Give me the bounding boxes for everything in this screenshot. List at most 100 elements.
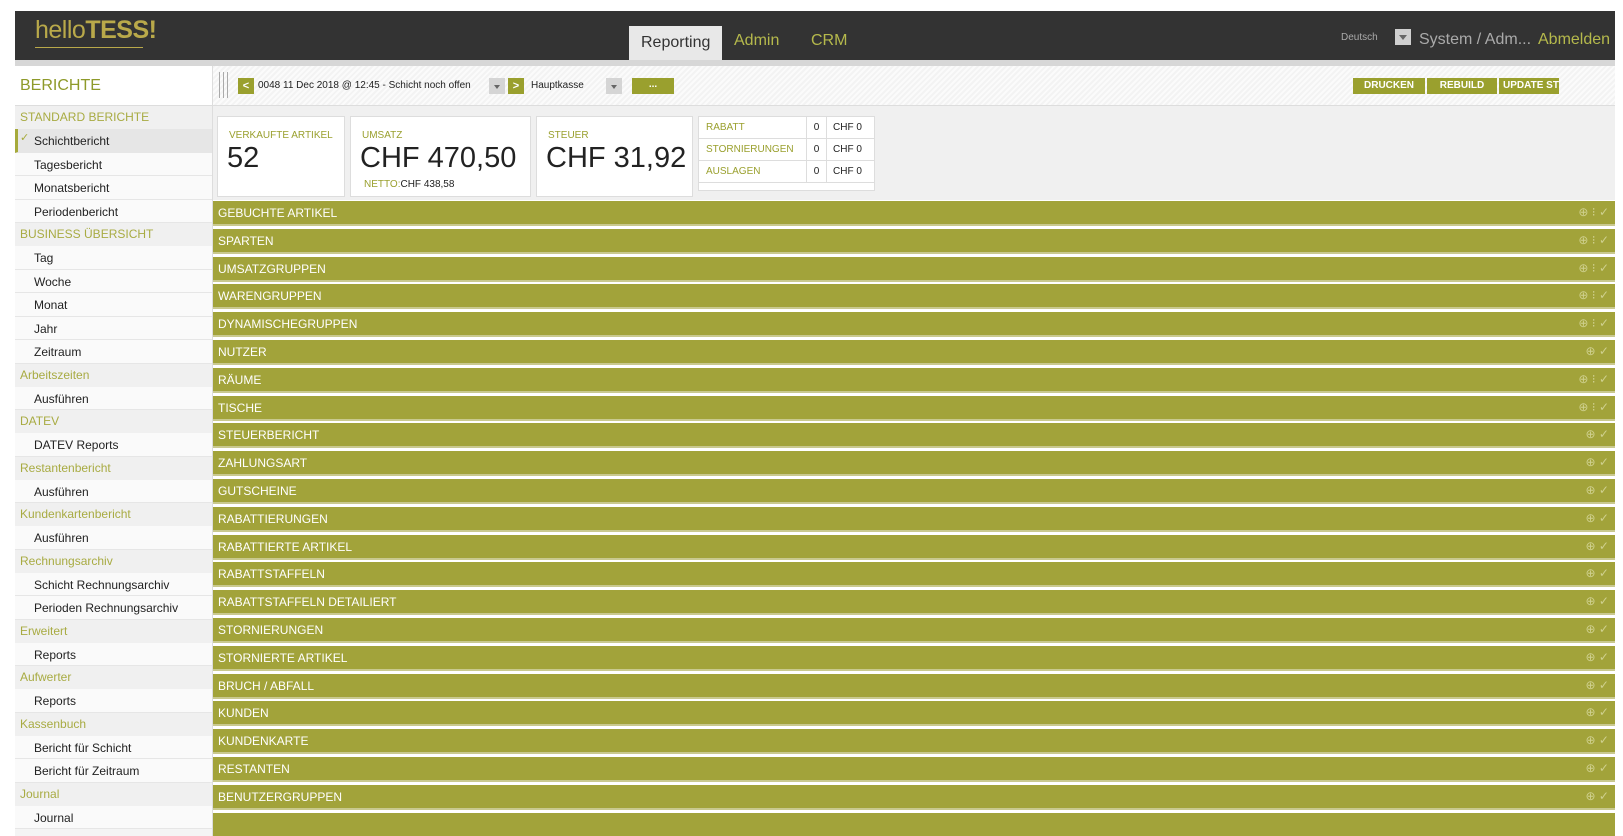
report-section-title: RABATTSTAFFELN [218, 567, 325, 582]
report-section-header[interactable]: WARENGRUPPEN ⊕ ⁝ ✓ [213, 284, 1615, 310]
report-section-header[interactable]: KUNDEN ⊕ ✓ [213, 701, 1615, 727]
more-button[interactable]: ... [632, 78, 674, 94]
section-actions-icon[interactable]: ⊕ ✓ [1586, 594, 1609, 608]
rebuild-button[interactable]: REBUILD [1427, 78, 1497, 94]
netto-label: NETTO: [364, 179, 401, 190]
section-actions-icon[interactable]: ⊕ ✓ [1586, 344, 1609, 358]
update-button[interactable]: UPDATE ST [1499, 78, 1559, 94]
section-actions-icon[interactable]: ⊕ ✓ [1586, 705, 1609, 719]
report-section-header[interactable]: STORNIERTE ARTIKEL ⊕ ✓ [213, 645, 1615, 671]
sidebar-item[interactable]: Tag [15, 246, 212, 270]
report-section-title: KUNDEN [218, 706, 269, 721]
sidebar-item[interactable]: Reports [15, 642, 212, 666]
report-section-header[interactable] [213, 812, 1615, 836]
prev-shift-button[interactable]: < [238, 78, 254, 94]
section-actions-icon[interactable]: ⊕ ✓ [1586, 427, 1609, 441]
print-button[interactable]: DRUCKEN [1353, 78, 1425, 94]
register-select[interactable]: Hauptkasse [531, 80, 584, 91]
section-actions-icon[interactable]: ⊕ ⁝ ✓ [1578, 233, 1609, 247]
cancellations-label: STORNIERUNGEN [706, 144, 794, 155]
sidebar-item[interactable]: DATEV Reports [15, 433, 212, 457]
logout-link[interactable]: Abmelden [1538, 31, 1610, 49]
report-section-header[interactable]: SPARTEN ⊕ ⁝ ✓ [213, 228, 1615, 254]
report-section-title: RESTANTEN [218, 761, 290, 776]
next-shift-button[interactable]: > [508, 78, 524, 94]
sidebar-item[interactable]: Ausführen [15, 526, 212, 550]
sidebar-item-label: Monatsbericht [34, 181, 110, 195]
report-section-header[interactable]: RÄUME ⊕ ⁝ ✓ [213, 367, 1615, 393]
section-actions-icon[interactable]: ⊕ ✓ [1586, 539, 1609, 553]
report-section-header[interactable]: RABATTIERUNGEN ⊕ ✓ [213, 506, 1615, 532]
sidebar-item[interactable]: Ausführen [15, 479, 212, 503]
section-actions-icon[interactable]: ⊕ ✓ [1586, 678, 1609, 692]
chevron-down-icon[interactable] [606, 78, 622, 94]
section-actions-icon[interactable]: ⊕ ✓ [1586, 483, 1609, 497]
section-actions-icon[interactable]: ⊕ ✓ [1586, 511, 1609, 525]
sidebar-item[interactable]: Tagesbericht [15, 152, 212, 176]
user-menu[interactable]: System / Adm... [1419, 31, 1531, 49]
nav-tab-crm[interactable]: CRM [799, 26, 859, 60]
sidebar-item[interactable]: Journal [15, 805, 212, 829]
report-section-header[interactable]: GEBUCHTE ARTIKEL ⊕ ⁝ ✓ [213, 201, 1615, 226]
nav-tab-admin[interactable]: Admin [722, 26, 791, 60]
section-actions-icon[interactable]: ⊕ ⁝ ✓ [1578, 288, 1609, 302]
sidebar-item[interactable]: Reports [15, 689, 212, 713]
language-label[interactable]: Deutsch [1341, 32, 1378, 43]
report-section-header[interactable]: RABATTSTAFFELN ⊕ ✓ [213, 562, 1615, 588]
report-section-header[interactable]: KUNDENKARTE ⊕ ✓ [213, 729, 1615, 755]
report-section-header[interactable]: STEUERBERICHT ⊕ ✓ [213, 423, 1615, 449]
drag-handle-icon[interactable] [219, 72, 228, 98]
report-section-header[interactable]: TISCHE ⊕ ⁝ ✓ [213, 395, 1615, 421]
section-actions-icon[interactable]: ⊕ ⁝ ✓ [1578, 316, 1609, 330]
section-actions-icon[interactable]: ⊕ ✓ [1586, 566, 1609, 580]
report-section-header[interactable]: RABATTSTAFFELN DETAILIERT ⊕ ✓ [213, 590, 1615, 616]
report-section-header[interactable]: UMSATZGRUPPEN ⊕ ⁝ ✓ [213, 256, 1615, 282]
report-section-header[interactable]: BENUTZERGRUPPEN ⊕ ✓ [213, 784, 1615, 810]
table-row: STORNIERUNGEN 0 CHF 0 [699, 139, 874, 161]
section-actions-icon[interactable]: ⊕ ✓ [1586, 455, 1609, 469]
section-actions-icon[interactable]: ⊕ ✓ [1586, 789, 1609, 803]
sidebar-item[interactable]: Perioden Rechnungsarchiv [15, 596, 212, 620]
report-section-header[interactable]: DYNAMISCHEGRUPPEN ⊕ ⁝ ✓ [213, 312, 1615, 338]
sidebar-item-label: Periodenbericht [34, 204, 119, 219]
sidebar-item[interactable]: Bericht für Schicht [15, 735, 212, 759]
sidebar-item[interactable]: Periodenbericht [15, 199, 212, 223]
expenses-label: AUSLAGEN [706, 166, 761, 177]
section-actions-icon[interactable]: ⊕ ✓ [1586, 733, 1609, 747]
section-actions-icon[interactable]: ⊕ ✓ [1586, 650, 1609, 664]
section-actions-icon[interactable]: ⊕ ⁝ ✓ [1578, 261, 1609, 275]
sidebar-item[interactable]: Ausführen [15, 386, 212, 410]
section-actions-icon[interactable]: ⊕ ⁝ ✓ [1578, 400, 1609, 414]
report-section-header[interactable]: STORNIERUNGEN ⊕ ✓ [213, 617, 1615, 643]
chevron-down-icon[interactable] [1395, 29, 1411, 45]
section-actions-icon[interactable]: ⊕ ✓ [1586, 761, 1609, 775]
sidebar-list: STANDARD BERICHTE ✓ Schichtbericht Tagesber… [15, 106, 212, 829]
revenue-value: CHF 470,50 [360, 142, 517, 174]
sidebar-item[interactable]: Monatsbericht [15, 176, 212, 200]
sidebar-item-label: Reports [34, 647, 77, 662]
section-actions-icon[interactable]: ⊕ ⁝ ✓ [1578, 205, 1609, 219]
section-actions-icon[interactable]: ⊕ ✓ [1586, 622, 1609, 636]
sidebar-item[interactable]: ✓ Schichtbericht [15, 129, 212, 153]
discount-label: RABATT [706, 122, 745, 133]
report-section-header[interactable]: RESTANTEN ⊕ ✓ [213, 756, 1615, 782]
report-section-header[interactable]: GUTSCHEINE ⊕ ✓ [213, 478, 1615, 504]
report-section-header[interactable]: BRUCH / ABFALL ⊕ ✓ [213, 673, 1615, 699]
sidebar-item[interactable]: Zeitraum [15, 340, 212, 364]
sidebar-item[interactable]: Monat [15, 293, 212, 317]
sidebar-item-label: Ausführen [34, 484, 89, 499]
sidebar-item[interactable]: Schicht Rechnungsarchiv [15, 572, 212, 596]
sidebar-item[interactable]: Bericht für Zeitraum [15, 759, 212, 783]
report-section-header[interactable]: NUTZER ⊕ ✓ [213, 339, 1615, 365]
chevron-down-icon[interactable] [489, 78, 505, 94]
report-section-header[interactable]: ZAHLUNGSART ⊕ ✓ [213, 451, 1615, 477]
section-actions-icon[interactable]: ⊕ ⁝ ✓ [1578, 372, 1609, 386]
sidebar-item[interactable]: Woche [15, 269, 212, 293]
shift-select[interactable]: 0048 11 Dec 2018 @ 12:45 - Schicht noch … [258, 80, 471, 91]
table-row: RABATT 0 CHF 0 [699, 117, 874, 139]
report-section-header[interactable]: RABATTIERTE ARTIKEL ⊕ ✓ [213, 534, 1615, 560]
logo[interactable]: helloTESS! [35, 16, 157, 45]
report-section-title: TISCHE [218, 400, 263, 415]
sidebar-item[interactable]: Jahr [15, 316, 212, 340]
nav-tab-reporting[interactable]: Reporting [629, 26, 723, 60]
